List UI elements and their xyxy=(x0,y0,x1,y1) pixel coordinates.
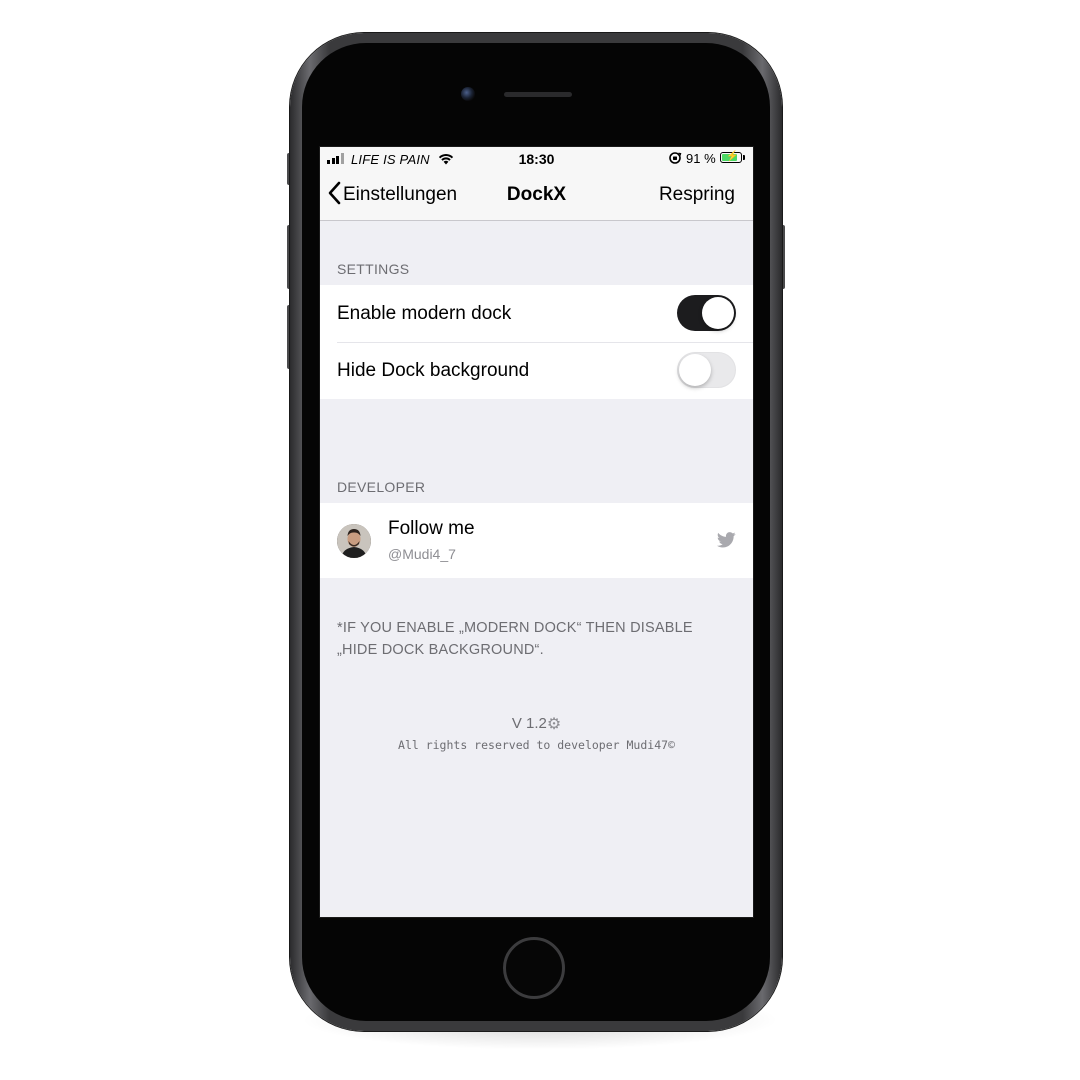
home-button[interactable] xyxy=(503,937,565,999)
follow-me-row[interactable]: Follow me @Mudi4_7 xyxy=(320,503,753,578)
developer-section-header: DEVELOPER xyxy=(337,479,426,495)
avatar xyxy=(337,524,371,558)
twitter-icon xyxy=(716,532,736,553)
setting-row-hide-dock-background: Hide Dock background xyxy=(320,342,753,399)
screen: LIFE IS PAIN 18:30 91 % ⚡ Einstellungen … xyxy=(319,146,754,918)
front-camera xyxy=(461,87,475,101)
battery-tip xyxy=(743,155,745,160)
setting-label: Enable modern dock xyxy=(337,303,512,324)
gear-icon: ⚙ xyxy=(546,716,562,733)
setting-label: Hide Dock background xyxy=(337,360,530,381)
follow-me-label: Follow me xyxy=(388,518,475,539)
settings-section-header: SETTINGS xyxy=(337,261,410,277)
developer-group: Follow me @Mudi4_7 xyxy=(320,503,753,578)
battery-charging-icon: ⚡ xyxy=(720,151,742,163)
copyright-text: All rights reserved to developer Mudi47© xyxy=(398,738,675,752)
modern-dock-toggle[interactable] xyxy=(677,295,736,331)
status-bar: LIFE IS PAIN 18:30 91 % ⚡ xyxy=(320,147,753,171)
respring-button[interactable]: Respring xyxy=(659,184,735,206)
version-label: V 1.2⚙ xyxy=(320,714,753,734)
battery-percent: 91 % xyxy=(686,151,716,166)
setting-row-modern-dock: Enable modern dock xyxy=(320,285,753,342)
footer-note: *IF YOU ENABLE „MODERN DOCK“ THEN DISABL… xyxy=(337,620,693,658)
version-text: V 1.2 xyxy=(511,715,547,732)
earpiece-speaker xyxy=(504,92,572,97)
hide-dock-background-toggle[interactable] xyxy=(677,352,736,388)
settings-group: Enable modern dock Hide Dock background xyxy=(320,285,753,399)
navigation-bar: Einstellungen DockX Respring xyxy=(320,171,753,221)
orientation-lock-icon xyxy=(668,151,682,168)
twitter-handle: @Mudi4_7 xyxy=(388,546,456,562)
